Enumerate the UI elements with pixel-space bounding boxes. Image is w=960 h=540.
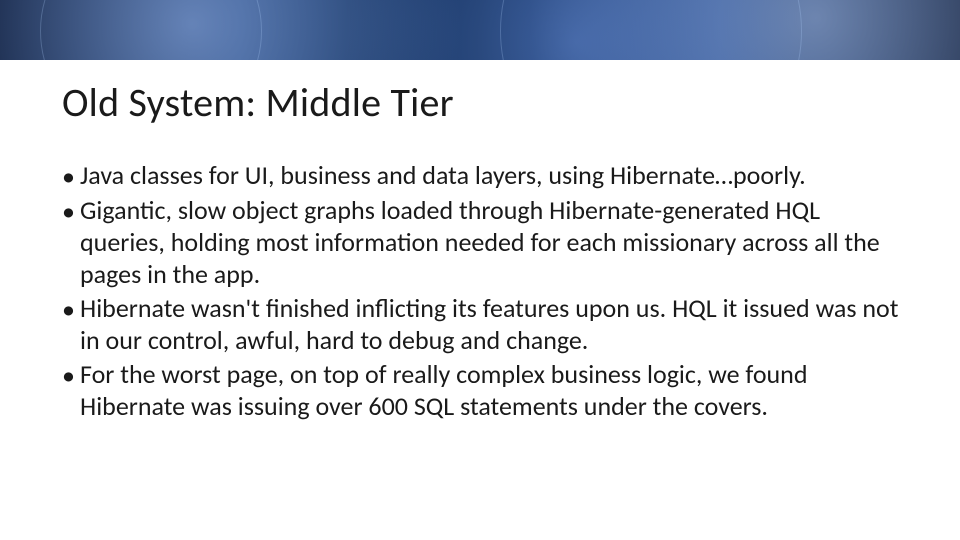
bullet-item: • Gigantic, slow object graphs loaded th… — [62, 195, 900, 291]
bullet-item: • Java classes for UI, business and data… — [62, 160, 900, 193]
bullet-text: Gigantic, slow object graphs loaded thro… — [80, 195, 900, 291]
bullet-item: • For the worst page, on top of really c… — [62, 359, 900, 423]
bullet-glyph: • — [62, 293, 80, 357]
slide-title: Old System: Middle Tier — [62, 78, 454, 127]
bullet-text: For the worst page, on top of really com… — [80, 359, 900, 423]
bullet-glyph: • — [62, 195, 80, 291]
bullet-item: • Hibernate wasn't finished inflicting i… — [62, 293, 900, 357]
bullet-glyph: • — [62, 160, 80, 193]
bullet-text: Java classes for UI, business and data l… — [80, 160, 900, 193]
header-banner — [0, 0, 960, 60]
bullet-text: Hibernate wasn't finished inflicting its… — [80, 293, 900, 357]
slide: Old System: Middle Tier • Java classes f… — [0, 0, 960, 540]
bullet-glyph: • — [62, 359, 80, 423]
slide-body: • Java classes for UI, business and data… — [62, 160, 900, 425]
